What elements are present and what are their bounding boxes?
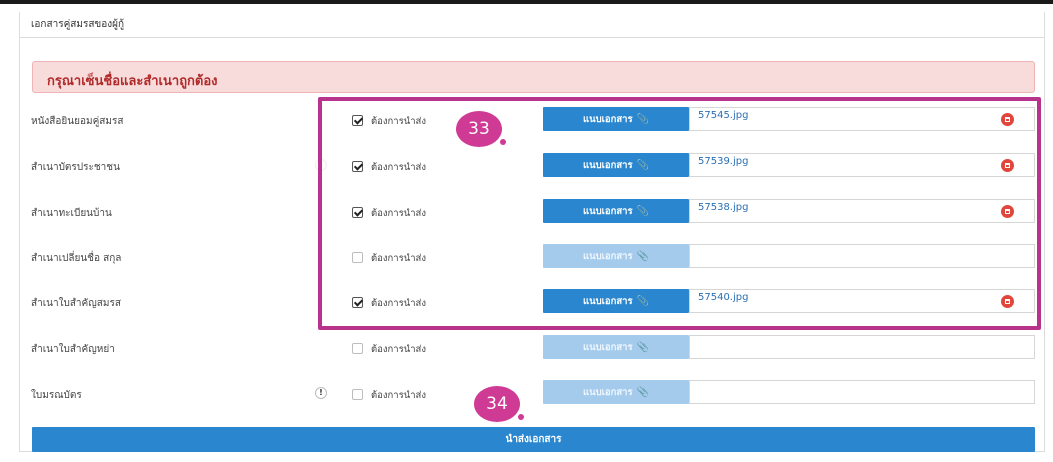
submit-checkbox-divorce-certificate[interactable] [352, 343, 363, 354]
doc-label-death-certificate: ใบมรณบัตร [31, 390, 82, 401]
section-divider [19, 37, 1045, 38]
submit-checkbox-death-certificate[interactable] [352, 389, 363, 400]
attach-button-label: แนบเอกสาร [582, 386, 633, 398]
top-rule [0, 0, 1053, 4]
doc-label-name-change: สำเนาเปลี่ยนชื่อ สกุล [31, 253, 122, 264]
file-field-death-certificate [689, 380, 1035, 404]
doc-label-consent: หนังสือยินยอมคู่สมรส [31, 116, 124, 127]
annotation-marker-33: 33 [456, 111, 502, 147]
alert-banner: กรุณาเซ็นชื่อและสำเนาถูกต้อง [32, 61, 1035, 93]
doc-label-divorce-certificate: สำเนาใบสำคัญหย่า [31, 344, 115, 355]
attach-button-divorce-certificate[interactable]: แนบเอกสาร 📎 [543, 335, 689, 359]
doc-label-house-registration: สำเนาทะเบียนบ้าน [31, 208, 112, 219]
attach-button-death-certificate[interactable]: แนบเอกสาร 📎 [543, 380, 689, 404]
attach-button-label: แนบเอกสาร [582, 341, 633, 353]
checkbox-label: ต้องการนำส่ง [371, 390, 426, 401]
alert-message: กรุณาเซ็นชื่อและสำเนาถูกต้อง [47, 74, 218, 89]
section-title: เอกสารคู่สมรสของผู้กู้ [31, 19, 125, 30]
submit-documents-button[interactable]: นำส่งเอกสาร [32, 427, 1035, 452]
annotation-marker-dot [518, 414, 524, 420]
doc-label-id-card: สำเนาบัตรประชาชน [31, 162, 120, 173]
annotation-highlight-box [318, 97, 1041, 330]
annotation-marker-dot [500, 139, 506, 145]
paperclip-icon: 📎 [636, 386, 650, 398]
info-icon[interactable]: ! [315, 387, 327, 399]
paperclip-icon: 📎 [636, 341, 650, 353]
annotation-marker-34: 34 [474, 386, 520, 422]
checkbox-label: ต้องการนำส่ง [371, 344, 426, 355]
doc-label-marriage-certificate: สำเนาใบสำคัญสมรส [31, 298, 121, 309]
file-field-divorce-certificate [689, 335, 1035, 359]
